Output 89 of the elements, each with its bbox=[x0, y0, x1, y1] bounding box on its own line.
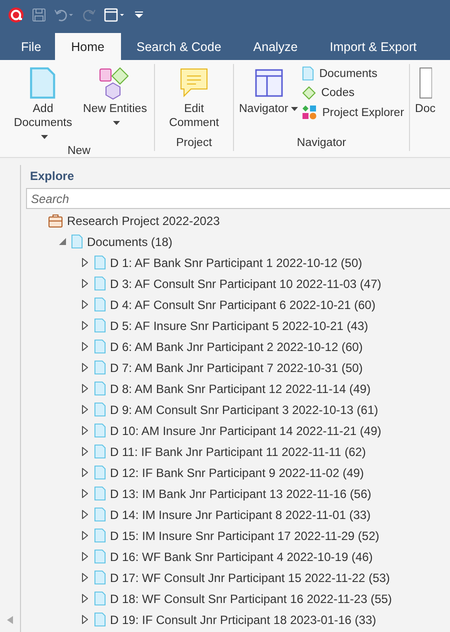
customize-menu-icon[interactable] bbox=[134, 10, 144, 20]
tree-item[interactable]: D 19: IF Consult Jnr Prticipant 18 2023-01-16 (33) bbox=[110, 612, 376, 626]
tree-item[interactable]: Research Project 2022-2023 bbox=[67, 214, 220, 228]
collapsed-icon[interactable] bbox=[80, 552, 90, 561]
ribbon-button[interactable]: Doc bbox=[413, 64, 438, 116]
collapsed-icon[interactable] bbox=[80, 321, 90, 330]
document-icon bbox=[418, 66, 432, 100]
panel-title: Explore bbox=[29, 168, 76, 185]
tree-item[interactable]: D 16: WF Bank Snr Participant 4 2022-10-19 (46) bbox=[110, 550, 373, 564]
collapsed-icon[interactable] bbox=[80, 384, 90, 393]
document-icon bbox=[94, 318, 106, 333]
tree-item[interactable]: D 8: AM Bank Snr Participant 12 2022-11-14 (49) bbox=[110, 382, 371, 396]
ribbon-button[interactable]: Add Documents bbox=[7, 64, 79, 144]
ribbon-tab[interactable]: File bbox=[7, 34, 56, 60]
group-label: Project bbox=[176, 136, 212, 151]
document-icon bbox=[94, 339, 106, 354]
tree-item[interactable]: D 11: IF Bank Jnr Participant 11 2022-11-11 (62) bbox=[110, 444, 366, 458]
tree-item[interactable]: D 1: AF Bank Snr Participant 1 2022-10-12 (50) bbox=[110, 256, 362, 270]
document-icon bbox=[94, 381, 106, 396]
document-icon bbox=[94, 444, 106, 459]
tree-item[interactable]: Documents (18) bbox=[87, 234, 172, 248]
collapsed-icon[interactable] bbox=[80, 363, 90, 372]
ribbon-tab[interactable]: Import & Export bbox=[314, 34, 433, 60]
ribbon-button[interactable]: Project Explorer bbox=[300, 104, 406, 121]
document-icon bbox=[94, 360, 106, 375]
tree-item[interactable]: D 12: IF Bank Snr Participant 9 2022-11-02 (49) bbox=[110, 466, 364, 480]
collapsed-icon[interactable] bbox=[80, 573, 90, 582]
diamond-icon bbox=[302, 86, 316, 100]
document-icon bbox=[94, 591, 106, 606]
collapsed-icon[interactable] bbox=[80, 594, 90, 603]
tree-item[interactable]: D 14: IM Insure Jnr Participant 8 2022-11-01 (33) bbox=[110, 508, 371, 522]
shapes-icon bbox=[302, 105, 318, 120]
undo-icon[interactable] bbox=[54, 8, 74, 22]
collapsed-icon[interactable] bbox=[80, 510, 90, 519]
document-icon bbox=[94, 549, 106, 564]
expanded-icon[interactable] bbox=[57, 238, 67, 245]
ribbon-button[interactable]: Navigator bbox=[237, 64, 300, 116]
collapsed-icon[interactable] bbox=[80, 489, 90, 498]
collapsed-icon[interactable] bbox=[80, 405, 90, 414]
ribbon-tab[interactable]: Search & Code bbox=[120, 34, 238, 60]
briefcase-icon bbox=[48, 214, 63, 228]
document-icon bbox=[94, 297, 106, 312]
collapsed-icon[interactable] bbox=[80, 531, 90, 540]
ribbon-button[interactable]: Documents bbox=[300, 65, 406, 82]
layout-icon bbox=[254, 68, 284, 98]
document-icon bbox=[94, 465, 106, 480]
document-icon bbox=[94, 255, 106, 270]
document-icon bbox=[94, 612, 106, 627]
ribbon-button[interactable]: Codes bbox=[300, 85, 406, 101]
document-icon bbox=[94, 423, 106, 438]
document-icon bbox=[94, 570, 106, 585]
collapsed-icon[interactable] bbox=[80, 468, 90, 477]
document-icon bbox=[71, 234, 83, 249]
document-icon bbox=[94, 507, 106, 522]
tree-item[interactable]: D 7: AM Bank Jnr Participant 7 2022-10-31 (50) bbox=[110, 360, 363, 374]
search-field[interactable]: Search bbox=[26, 188, 450, 209]
save-icon[interactable] bbox=[32, 8, 46, 22]
tree-item[interactable]: D 10: AM Insure Jnr Participant 14 2022-11-21 (49) bbox=[110, 424, 382, 438]
collapsed-icon[interactable] bbox=[80, 300, 90, 309]
tree-item[interactable]: D 3: AF Consult Snr Participant 10 2022-11-03 (47) bbox=[110, 276, 382, 290]
document-icon bbox=[94, 276, 106, 291]
tree-item[interactable]: D 9: AM Consult Snr Participant 3 2022-10-13 (61) bbox=[110, 402, 378, 416]
collapsed-icon[interactable] bbox=[80, 258, 90, 267]
document-icon bbox=[94, 528, 106, 543]
ribbon-tab[interactable]: Home bbox=[55, 33, 120, 60]
document-icon bbox=[302, 66, 314, 81]
collapsed-icon[interactable] bbox=[80, 447, 90, 456]
tree-item[interactable]: D 17: WF Consult Jnr Participant 15 2022-11-22 (53) bbox=[110, 570, 390, 584]
app-logo-icon bbox=[8, 7, 24, 23]
tree-item[interactable]: D 6: AM Bank Jnr Participant 2 2022-10-12 (60) bbox=[110, 340, 363, 354]
document-icon bbox=[94, 402, 106, 417]
window-icon[interactable] bbox=[104, 8, 126, 22]
collapsed-icon[interactable] bbox=[80, 342, 90, 351]
collapsed-icon[interactable] bbox=[80, 426, 90, 435]
ribbon-button[interactable]: New Entities bbox=[79, 64, 151, 130]
group-label: New bbox=[67, 144, 90, 157]
document-icon bbox=[94, 486, 106, 501]
ribbon-tab[interactable]: Analyze bbox=[237, 34, 314, 60]
collapsed-icon[interactable] bbox=[80, 615, 90, 624]
ribbon-button[interactable]: Edit Comment bbox=[158, 64, 230, 130]
comment-icon bbox=[179, 67, 209, 99]
collapsed-icon[interactable] bbox=[80, 279, 90, 288]
tree-item[interactable]: D 18: WF Consult Snr Participant 16 2022-11-23 (55) bbox=[110, 592, 392, 606]
tree-item[interactable]: D 5: AF Insure Snr Participant 5 2022-10-21 (43) bbox=[110, 318, 368, 332]
group-label: Navigator bbox=[296, 136, 346, 151]
tree-item[interactable]: D 13: IM Bank Jnr Participant 13 2022-11-16 (56) bbox=[110, 486, 372, 500]
document-icon bbox=[29, 66, 57, 100]
tree-item[interactable]: D 15: IM Insure Snr Participant 17 2022-11-29 (52) bbox=[110, 528, 380, 542]
tree-item[interactable]: D 4: AF Consult Snr Participant 6 2022-10-21 (60) bbox=[110, 298, 376, 312]
